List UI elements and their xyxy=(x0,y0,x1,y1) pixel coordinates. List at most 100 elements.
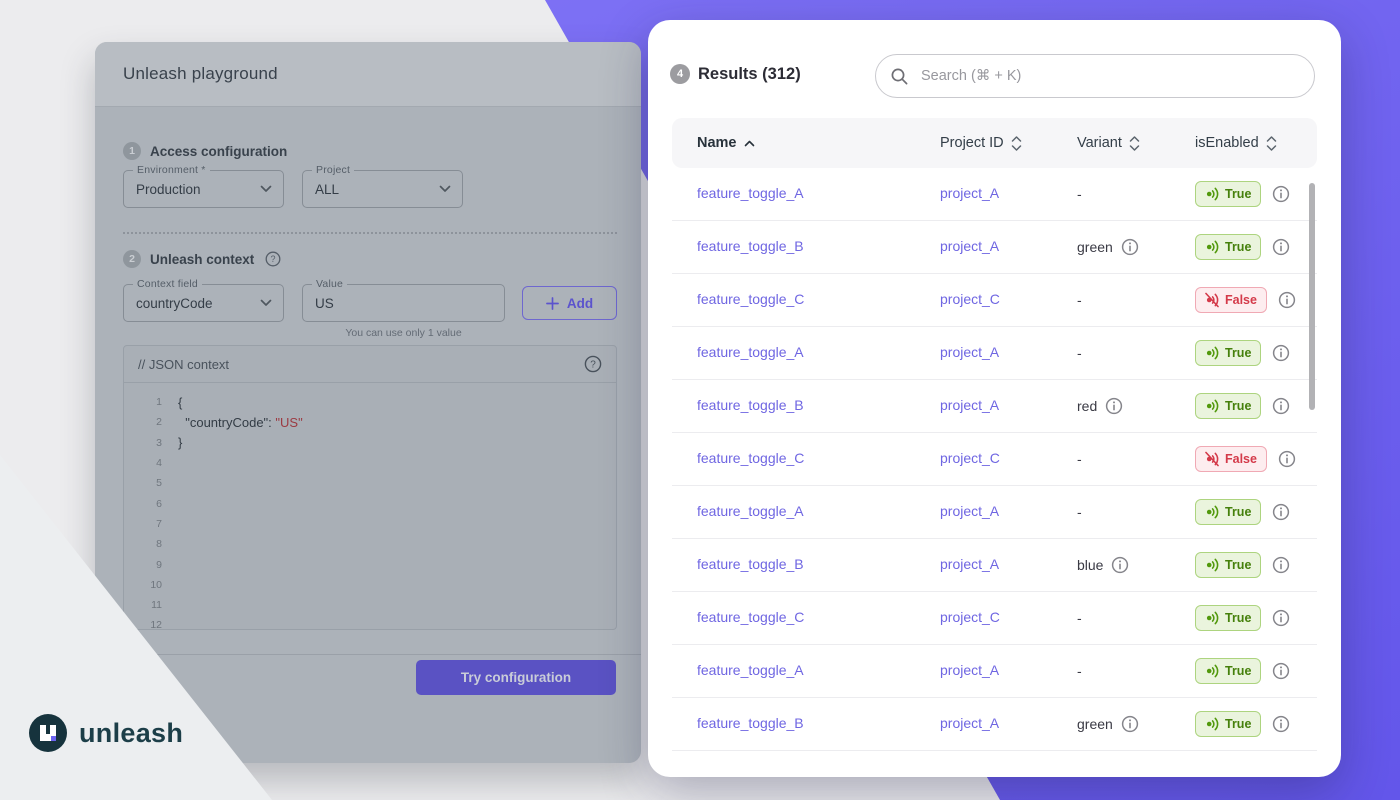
feature-name-link[interactable]: feature_toggle_B xyxy=(697,556,804,572)
table-row: feature_toggle_Bproject_AredTrue xyxy=(672,380,1317,433)
row-info-icon[interactable] xyxy=(1272,397,1290,415)
variant-info-icon[interactable] xyxy=(1105,397,1123,415)
column-header-project-id[interactable]: Project ID xyxy=(940,135,1077,151)
row-info-icon[interactable] xyxy=(1272,238,1290,256)
enabled-true-badge: True xyxy=(1195,393,1261,419)
chevron-down-icon xyxy=(260,299,272,307)
row-info-icon[interactable] xyxy=(1272,185,1290,203)
line-number: 10 xyxy=(138,579,162,591)
search-input[interactable] xyxy=(919,67,1300,85)
project-id-link[interactable]: project_A xyxy=(940,238,999,254)
project-id-link[interactable]: project_A xyxy=(940,662,999,678)
step-2-badge: 2 xyxy=(123,250,141,268)
line-number: 11 xyxy=(138,599,162,611)
project-id-link[interactable]: project_A xyxy=(940,556,999,572)
sort-icon xyxy=(1129,136,1140,151)
row-info-icon[interactable] xyxy=(1272,503,1290,521)
enabled-false-badge: False xyxy=(1195,287,1267,313)
column-header-isenabled[interactable]: isEnabled xyxy=(1195,135,1317,151)
project-id-link[interactable]: project_A xyxy=(940,344,999,360)
row-info-icon[interactable] xyxy=(1272,609,1290,627)
enabled-true-badge: True xyxy=(1195,711,1261,737)
project-id-link[interactable]: project_A xyxy=(940,397,999,413)
editor-line: 10 xyxy=(138,575,616,595)
project-select[interactable]: Project ALL xyxy=(302,170,463,208)
table-row: feature_toggle_Bproject_AblueTrue xyxy=(672,539,1317,592)
table-row: feature_toggle_Aproject_A-True xyxy=(672,645,1317,698)
feature-name-link[interactable]: feature_toggle_C xyxy=(697,609,804,625)
unleash-context-section-title: 2 Unleash context ? xyxy=(123,250,281,268)
line-number: 8 xyxy=(138,538,162,550)
search-box[interactable] xyxy=(875,54,1315,98)
editor-line: 9 xyxy=(138,554,616,574)
json-editor-lines[interactable]: 1{2 "countryCode": "US"3}456789101112 xyxy=(124,383,616,636)
variant-info-icon[interactable] xyxy=(1111,556,1129,574)
row-info-icon[interactable] xyxy=(1272,556,1290,574)
variant-value: - xyxy=(1077,610,1082,626)
table-row: feature_toggle_Bproject_AgreenTrue xyxy=(672,221,1317,274)
feature-name-link[interactable]: feature_toggle_B xyxy=(697,715,804,731)
table-row: feature_toggle_A project_A - True xyxy=(672,327,1317,380)
row-info-icon[interactable] xyxy=(1272,715,1290,733)
enabled-true-badge: True xyxy=(1195,234,1261,260)
column-header-name[interactable]: Name xyxy=(697,135,940,151)
project-id-link[interactable]: project_A xyxy=(940,503,999,519)
scrollbar-thumb[interactable] xyxy=(1309,183,1315,410)
broadcast-on-icon xyxy=(1205,504,1219,520)
column-header-variant[interactable]: Variant xyxy=(1077,135,1195,151)
results-table-body: feature_toggle_Aproject_A-Truefeature_to… xyxy=(672,168,1317,751)
try-configuration-button[interactable]: Try configuration xyxy=(416,660,616,695)
variant-value: - xyxy=(1077,186,1082,202)
row-info-icon[interactable] xyxy=(1278,450,1296,468)
variant-value: - xyxy=(1077,504,1082,520)
feature-name-link[interactable]: feature_toggle_A xyxy=(697,185,804,201)
section-divider xyxy=(123,232,617,234)
unleash-logo-icon xyxy=(28,713,68,753)
broadcast-on-icon xyxy=(1205,610,1219,626)
project-id-link[interactable]: project_A xyxy=(940,185,999,201)
editor-line: 5 xyxy=(138,473,616,493)
environment-select[interactable]: Environment * Production xyxy=(123,170,284,208)
project-id-link[interactable]: project_C xyxy=(940,450,1000,466)
context-value-input[interactable]: Value US xyxy=(302,284,505,322)
help-icon[interactable]: ? xyxy=(584,355,602,373)
page-title: Unleash playground xyxy=(123,64,278,84)
feature-name-link[interactable]: feature_toggle_A xyxy=(697,503,804,519)
help-icon[interactable]: ? xyxy=(265,251,281,267)
line-number: 7 xyxy=(138,518,162,530)
line-number: 1 xyxy=(138,396,162,408)
line-number: 9 xyxy=(138,559,162,571)
feature-name-link[interactable]: feature_toggle_B xyxy=(697,238,804,254)
feature-name-link[interactable]: feature_toggle_C xyxy=(697,450,804,466)
variant-info-icon[interactable] xyxy=(1121,715,1139,733)
add-context-button[interactable]: Add xyxy=(522,286,617,320)
feature-name-link[interactable]: feature_toggle_B xyxy=(697,397,804,413)
unleash-brand: unleash xyxy=(28,713,183,753)
broadcast-off-icon xyxy=(1205,451,1219,467)
feature-name-link[interactable]: feature_toggle_A xyxy=(697,344,804,360)
variant-info-icon[interactable] xyxy=(1121,238,1139,256)
variant-value: - xyxy=(1077,345,1082,361)
enabled-true-badge: True xyxy=(1195,552,1261,578)
row-info-icon[interactable] xyxy=(1272,662,1290,680)
json-editor-header: // JSON context ? xyxy=(124,346,616,383)
row-info-icon[interactable] xyxy=(1272,344,1290,362)
enabled-false-badge: False xyxy=(1195,446,1267,472)
enabled-true-badge: True xyxy=(1195,658,1261,684)
project-id-link[interactable]: project_A xyxy=(940,715,999,731)
table-row: feature_toggle_Cproject_C-False xyxy=(672,433,1317,486)
row-info-icon[interactable] xyxy=(1278,291,1296,309)
project-id-link[interactable]: project_C xyxy=(940,609,1000,625)
step-4-badge: 4 xyxy=(670,64,690,84)
json-context-editor[interactable]: // JSON context ? 1{2 "countryCode": "US… xyxy=(123,345,617,630)
context-field-select[interactable]: Context field countryCode xyxy=(123,284,284,322)
enabled-true-badge: True xyxy=(1195,181,1261,207)
project-id-link[interactable]: project_C xyxy=(940,291,1000,307)
broadcast-off-icon xyxy=(1205,292,1219,308)
editor-line: 11 xyxy=(138,595,616,615)
enabled-true-badge: True xyxy=(1195,340,1261,366)
feature-name-link[interactable]: feature_toggle_C xyxy=(697,291,804,307)
feature-name-link[interactable]: feature_toggle_A xyxy=(697,662,804,678)
line-number: 6 xyxy=(138,498,162,510)
footer-divider xyxy=(95,654,641,655)
